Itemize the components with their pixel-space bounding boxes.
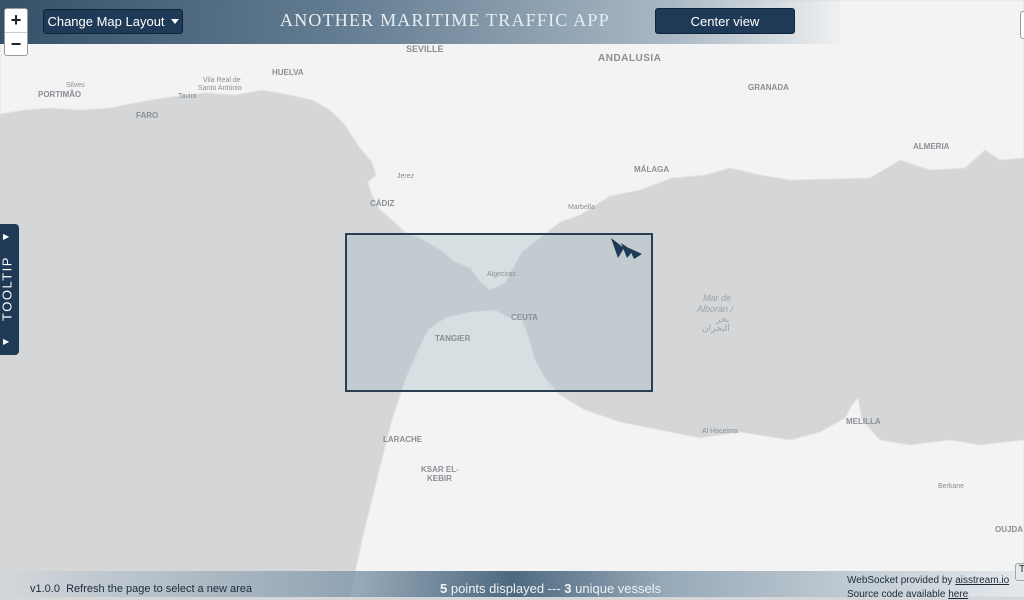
- points-text: points displayed ---: [447, 581, 565, 596]
- source-credit-text: Source code available: [847, 589, 949, 600]
- map-canvas[interactable]: SEVILLE ANDALUSIA HUELVA Silves PORTIMÃO…: [0, 0, 1024, 597]
- zoom-out-button[interactable]: −: [5, 33, 27, 56]
- city-label-tavira: Tavira: [178, 93, 197, 100]
- city-label-granada: GRANADA: [748, 83, 789, 92]
- city-label-seville: SEVILLE: [406, 44, 444, 54]
- selected-area-rectangle[interactable]: [345, 233, 653, 392]
- city-label-cadiz: CÁDIZ: [370, 199, 395, 208]
- corner-toggle-button[interactable]: T: [1015, 563, 1024, 581]
- city-label-silves: Silves: [66, 82, 85, 89]
- city-label-portimao: PORTIMÃO: [38, 90, 81, 99]
- tooltip-tab-label: TOOLTIP: [0, 256, 15, 321]
- sea-label-alboran-2: Alborán /: [696, 304, 735, 314]
- center-view-button[interactable]: Center view: [655, 8, 795, 34]
- city-label-melilla: MELILLA: [846, 417, 881, 426]
- sea-label-alboran-1: Mar de: [703, 293, 731, 303]
- source-credit: Source code available here: [847, 589, 968, 600]
- version-info: v1.0.0 Refresh the page to select a new …: [30, 583, 252, 595]
- websocket-credit: WebSocket provided by aisstream.io: [847, 575, 1009, 586]
- source-code-link[interactable]: here: [948, 589, 968, 600]
- change-map-layout-button[interactable]: Change Map Layout: [43, 9, 183, 34]
- refresh-note: Refresh the page to select a new area: [66, 583, 252, 595]
- city-label-tangier: TANGIER: [435, 334, 471, 343]
- zoom-in-button[interactable]: +: [5, 9, 27, 33]
- city-label-algeciras: Algeciras: [487, 271, 516, 278]
- sea-label-alboran-4: البحران: [702, 323, 730, 334]
- center-view-label: Center view: [690, 13, 760, 29]
- region-label-andalusia: ANDALUSIA: [598, 53, 661, 64]
- version-number: v1.0.0: [30, 583, 60, 595]
- app-title: ANOTHER MARITIME TRAFFIC APP: [280, 10, 610, 30]
- vessels-count: 3: [564, 581, 572, 596]
- change-map-layout-label: Change Map Layout: [47, 14, 165, 29]
- city-label-jerez: Jerez: [397, 173, 415, 180]
- city-label-oujda: OUJDA: [995, 525, 1023, 534]
- vessels-text: unique vessels: [571, 581, 662, 596]
- zoom-control: + −: [4, 8, 28, 56]
- city-label-ceuta: CEUTA: [511, 313, 538, 322]
- layer-control-button[interactable]: [1020, 11, 1024, 39]
- aisstream-link[interactable]: aisstream.io: [955, 575, 1009, 586]
- arrow-right-icon: ▶: [3, 337, 10, 346]
- city-label-vila-real-2: Santo António: [198, 85, 242, 92]
- city-label-al-hoceima: Al Hoceima: [702, 428, 738, 435]
- city-label-almeria: ALMERIA: [913, 142, 950, 151]
- city-label-marbella: Marbella: [568, 204, 595, 211]
- city-label-ksar-2: KEBIR: [427, 474, 452, 483]
- footer-bar: v1.0.0 Refresh the page to select a new …: [0, 571, 1024, 600]
- caret-down-icon: [170, 19, 179, 24]
- city-label-huelva: HUELVA: [272, 68, 304, 77]
- city-label-malaga: MÁLAGA: [634, 165, 669, 174]
- city-label-faro: FARO: [136, 111, 158, 120]
- city-label-larache: LARACHE: [383, 435, 423, 444]
- city-label-berkane: Berkane: [938, 483, 964, 490]
- tooltip-panel-tab[interactable]: ▶ TOOLTIP ▶: [0, 224, 19, 355]
- websocket-credit-text: WebSocket provided by: [847, 575, 956, 586]
- city-label-ksar-1: KSAR EL-: [421, 465, 459, 474]
- traffic-stats: 5 points displayed --- 3 unique vessels: [440, 581, 661, 596]
- city-label-vila-real-1: Vila Real de: [203, 77, 241, 84]
